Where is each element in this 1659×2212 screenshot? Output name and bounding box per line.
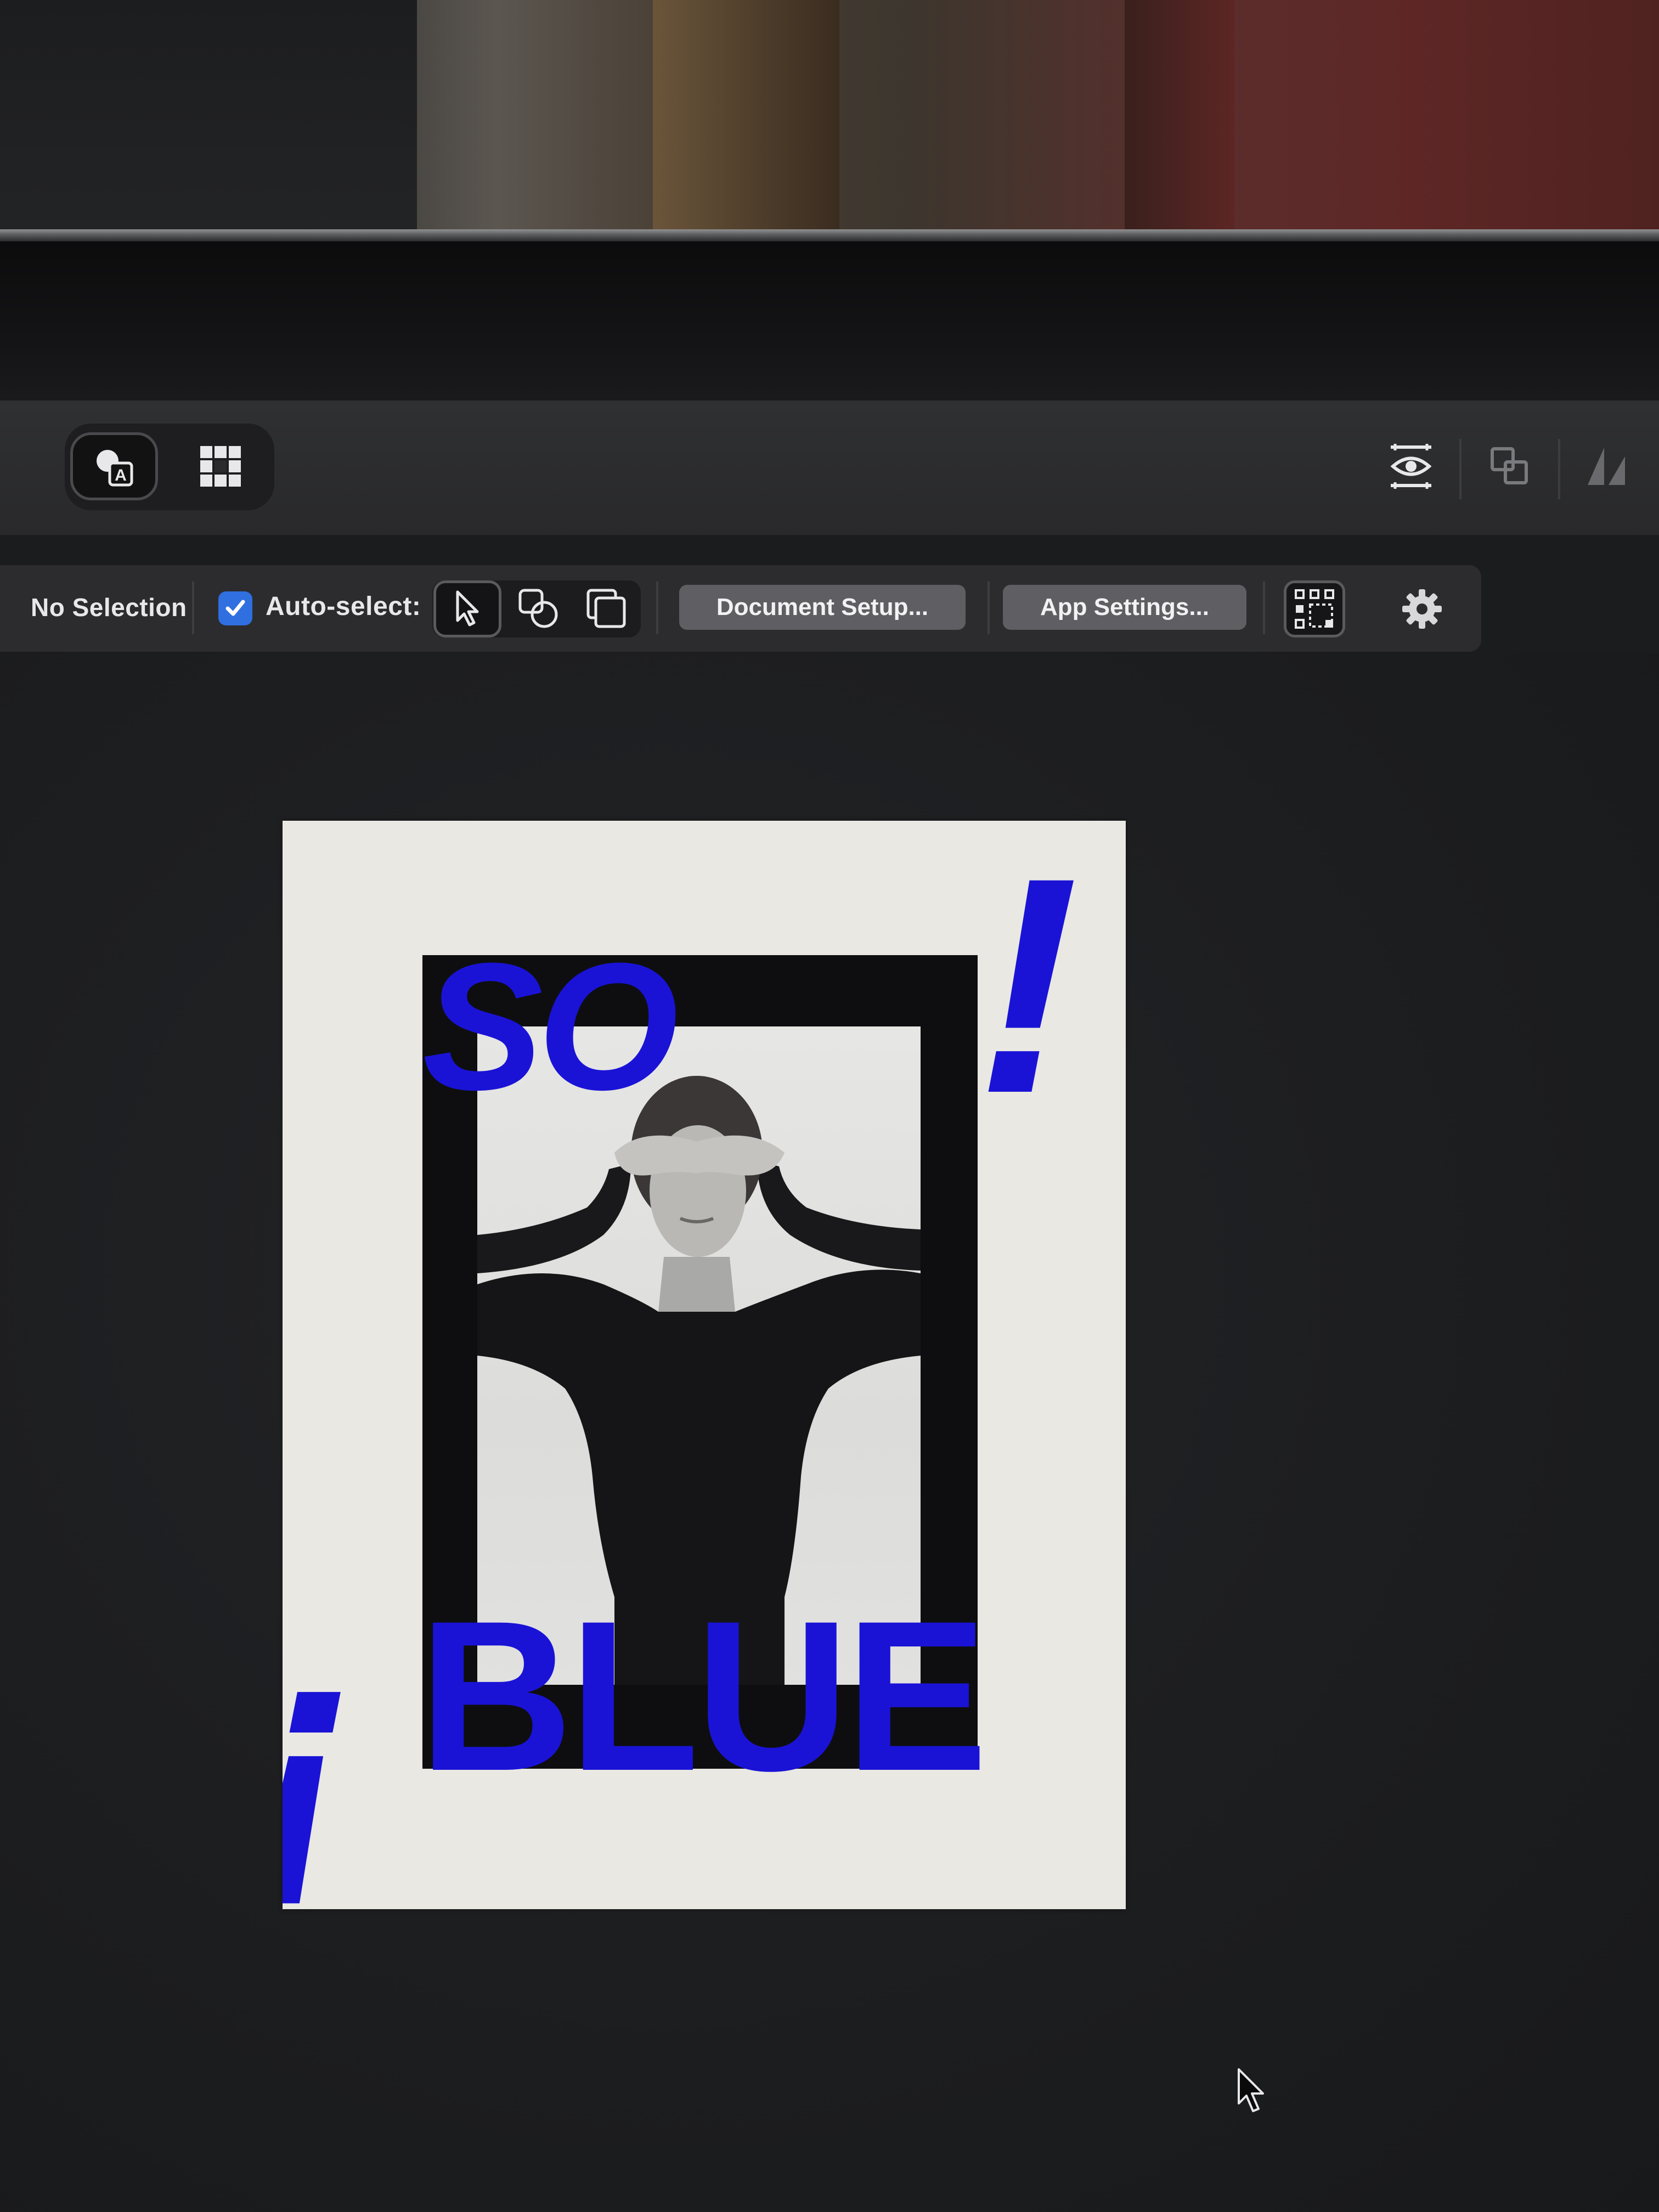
context-divider: [1263, 582, 1265, 634]
checkmark-icon: [225, 600, 245, 616]
export-layers-icon: [1491, 447, 1528, 484]
selection-status: No Selection: [31, 593, 187, 622]
intersect-mode-icon: [518, 589, 558, 628]
background-room: [0, 0, 1659, 236]
gear-icon: [1402, 589, 1442, 629]
pointer-mode-icon: [456, 590, 479, 627]
app-settings-button[interactable]: App Settings...: [1003, 585, 1246, 630]
pixel-persona-button[interactable]: [177, 432, 264, 500]
poster-word-bottom[interactable]: BLUE: [419, 1589, 988, 1803]
document-page[interactable]: SO BLUE ! ¡: [283, 821, 1126, 1909]
auto-select-label: Auto-select:: [266, 592, 421, 621]
room-shadow: [1125, 0, 1234, 236]
context-divider: [656, 582, 658, 634]
poster-exclamation-bottom[interactable]: ¡: [283, 1594, 354, 1901]
document-setup-button[interactable]: Document Setup...: [679, 585, 966, 630]
designer-persona-button[interactable]: A: [70, 432, 158, 500]
snapping-icon: [1295, 589, 1334, 629]
room-door: [653, 0, 839, 236]
poster-exclamation-top[interactable]: !: [977, 832, 1079, 1139]
snapping-button[interactable]: [1284, 580, 1345, 637]
publisher-persona-button[interactable]: [1575, 433, 1640, 499]
room-wall: [0, 0, 417, 236]
poster-word-top[interactable]: SO: [422, 936, 679, 1117]
context-divider: [988, 582, 990, 634]
mouse-cursor: [1235, 2067, 1271, 2118]
preview-mode-icon: [1390, 444, 1432, 489]
svg-text:A: A: [115, 466, 127, 484]
context-divider: [192, 582, 194, 634]
settings-button[interactable]: [1391, 580, 1453, 637]
intersect-mode-button[interactable]: [505, 580, 573, 637]
monitor-bezel: [0, 241, 1659, 400]
preview-mode-button[interactable]: [1378, 433, 1444, 499]
auto-select-checkbox[interactable]: [218, 591, 252, 625]
pointer-mode-button[interactable]: [433, 580, 501, 637]
toolbar-divider: [1459, 439, 1462, 499]
monitor-edge: [0, 229, 1659, 241]
layer-mode-button[interactable]: [573, 580, 641, 637]
export-layers-button[interactable]: [1477, 433, 1543, 499]
layer-mode-icon: [586, 589, 626, 628]
publisher-icon: [1588, 448, 1625, 485]
designer-persona-icon: A: [97, 450, 133, 487]
cursor-arrow-icon: [1238, 2068, 1264, 2112]
toolbar-divider: [1558, 439, 1560, 499]
grid-persona-icon: [200, 446, 241, 487]
